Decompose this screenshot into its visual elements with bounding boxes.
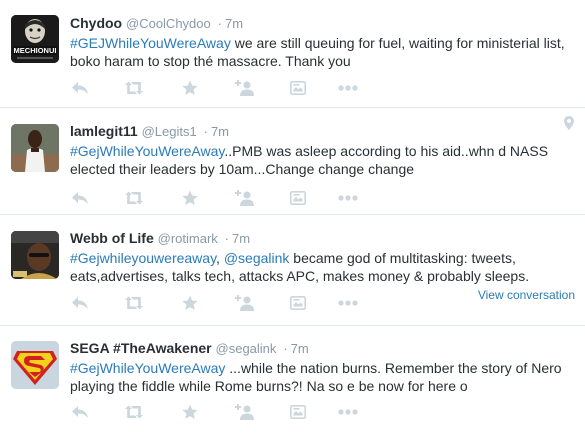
- tweet-text: #GejWhileYouWereAway ...while the nation…: [70, 359, 577, 395]
- timestamp[interactable]: 7m: [291, 341, 309, 356]
- star-icon[interactable]: [180, 78, 200, 98]
- tweet-text: #Gejwhileyouwereaway, @segalink became g…: [70, 249, 577, 285]
- more-icon[interactable]: [336, 78, 360, 98]
- reply-icon[interactable]: [70, 78, 90, 98]
- summary-icon[interactable]: [288, 402, 308, 422]
- summary-icon[interactable]: [288, 78, 308, 98]
- tweet-actions: [70, 188, 370, 208]
- follow-icon[interactable]: [235, 293, 255, 313]
- tweet-header: SEGA #TheAwakener @segalink · 7m: [70, 339, 577, 357]
- display-name[interactable]: Chydoo: [70, 15, 122, 31]
- reply-icon[interactable]: [70, 188, 90, 208]
- timestamp[interactable]: 7m: [232, 231, 250, 246]
- avatar[interactable]: MECHIONUI: [11, 15, 59, 63]
- retweet-icon[interactable]: [124, 402, 144, 422]
- follow-icon[interactable]: [235, 188, 255, 208]
- display-name[interactable]: lamlegit11: [70, 123, 138, 139]
- tweet-header: lamlegit11 @Legits1 · 7m: [70, 122, 577, 140]
- tweet[interactable]: Webb of Life @rotimark · 7m #Gejwhileyouw…: [0, 215, 585, 326]
- separator-dot: ·: [224, 231, 230, 246]
- avatar[interactable]: [11, 231, 59, 279]
- follow-icon[interactable]: [235, 402, 255, 422]
- tweet-content: SEGA #TheAwakener @segalink · 7m #GejWhil…: [70, 339, 577, 395]
- retweet-icon[interactable]: [124, 293, 144, 313]
- tweet-actions: [70, 293, 370, 313]
- timestamp[interactable]: 7m: [225, 16, 243, 31]
- separator-dot: ·: [203, 124, 208, 139]
- follow-icon[interactable]: [235, 78, 255, 98]
- tweet-actions: [70, 78, 370, 98]
- timeline: MECHIONUI Chydoo @CoolChydoo · 7m #GEJWhi…: [0, 0, 585, 433]
- more-icon[interactable]: [336, 293, 360, 313]
- display-name[interactable]: SEGA #TheAwakener: [70, 340, 212, 356]
- tweet[interactable]: lamlegit11 @Legits1 · 7m #GejWhileYouWere…: [0, 108, 585, 215]
- avatar[interactable]: [11, 124, 59, 172]
- username[interactable]: @Legits1: [142, 124, 197, 139]
- avatar[interactable]: [11, 341, 59, 389]
- star-icon[interactable]: [180, 188, 200, 208]
- star-icon[interactable]: [180, 293, 200, 313]
- hashtag-link[interactable]: #GejWhileYouWereAway: [70, 143, 224, 159]
- hashtag-link[interactable]: #GEJWhileYouWereAway: [70, 35, 231, 51]
- tweet-text-segment: ,: [216, 250, 224, 266]
- username[interactable]: @rotimark: [158, 231, 218, 246]
- tweet[interactable]: SEGA #TheAwakener @segalink · 7m #GejWhil…: [0, 326, 585, 433]
- tweet-header: Webb of Life @rotimark · 7m: [70, 229, 577, 247]
- view-conversation-link[interactable]: View conversation: [478, 288, 575, 302]
- reply-icon[interactable]: [70, 293, 90, 313]
- avatar-label: MECHIONUI: [14, 46, 57, 55]
- separator-dot: ·: [217, 16, 222, 31]
- tweet-content: lamlegit11 @Legits1 · 7m #GejWhileYouWere…: [70, 122, 577, 178]
- tweet-content: Chydoo @CoolChydoo · 7m #GEJWhileYouWereA…: [70, 14, 577, 70]
- summary-icon[interactable]: [288, 188, 308, 208]
- retweet-icon[interactable]: [124, 188, 144, 208]
- timestamp[interactable]: 7m: [211, 124, 229, 139]
- star-icon[interactable]: [180, 402, 200, 422]
- tweet-text: #GEJWhileYouWereAway we are still queuin…: [70, 34, 577, 70]
- mention-link[interactable]: @segalink: [224, 250, 290, 266]
- tweet-actions: [70, 402, 370, 422]
- separator-dot: ·: [283, 341, 288, 356]
- tweet-header: Chydoo @CoolChydoo · 7m: [70, 14, 577, 32]
- retweet-icon[interactable]: [124, 78, 144, 98]
- tweet[interactable]: MECHIONUI Chydoo @CoolChydoo · 7m #GEJWhi…: [0, 0, 585, 108]
- more-icon[interactable]: [336, 402, 360, 422]
- username[interactable]: @segalink: [216, 341, 277, 356]
- tweet-content: Webb of Life @rotimark · 7m #Gejwhileyouw…: [70, 229, 577, 285]
- more-icon[interactable]: [336, 188, 360, 208]
- hashtag-link[interactable]: #GejWhileYouWereAway: [70, 360, 225, 376]
- reply-icon[interactable]: [70, 402, 90, 422]
- tweet-text: #GejWhileYouWereAway..PMB was asleep acc…: [70, 142, 577, 178]
- username[interactable]: @CoolChydoo: [126, 16, 211, 31]
- display-name[interactable]: Webb of Life: [70, 230, 154, 246]
- summary-icon[interactable]: [288, 293, 308, 313]
- hashtag-link[interactable]: #Gejwhileyouwereaway: [70, 250, 216, 266]
